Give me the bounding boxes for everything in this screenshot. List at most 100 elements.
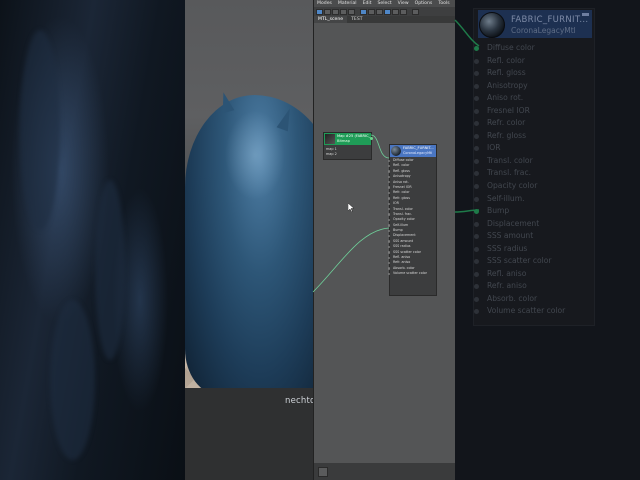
- menu-edit[interactable]: Edit: [360, 0, 375, 7]
- show-background-icon[interactable]: [368, 8, 375, 15]
- layout-icon[interactable]: [376, 8, 383, 15]
- zoomed-slot-label: Displacement: [487, 218, 540, 228]
- zoomed-slot-label: Transl. color: [487, 155, 533, 165]
- pan-tool-icon[interactable]: [318, 467, 328, 477]
- zoomed-slot-label: Refl. aniso: [487, 268, 527, 278]
- background-fabric-photo: [0, 0, 185, 480]
- zoomed-slot-label: Opacity color: [487, 181, 538, 191]
- zoomed-slot-label: Absorb. color: [487, 293, 538, 303]
- layout-children-icon[interactable]: [384, 8, 391, 15]
- editor-menubar: Modes Material Edit Select View Options …: [314, 0, 456, 7]
- menu-tools[interactable]: Tools: [435, 0, 452, 7]
- bitmap-node[interactable]: Map #25 (FABRIC_ Bitmap map 1 map 2: [323, 132, 373, 160]
- fabric-fold: [95, 180, 125, 360]
- zoomed-slot: Displacement: [474, 218, 590, 231]
- menu-options[interactable]: Options: [412, 0, 436, 7]
- editor-toolbar: [314, 7, 456, 16]
- delete-icon[interactable]: [340, 8, 347, 15]
- zoomed-node-title: FABRIC_FURNIT...: [511, 15, 589, 25]
- parameter-editor-icon[interactable]: [400, 8, 407, 15]
- material-node[interactable]: FABRIC_FURNIT... CoronaLegacyMtl Diffuse…: [388, 144, 437, 296]
- fabric-fold: [50, 300, 95, 460]
- zoomed-slot: Refl. gloss: [474, 67, 590, 80]
- zoomed-slot-label: Anisotropy: [487, 80, 528, 90]
- zoomed-slot: SSS radius: [474, 243, 590, 256]
- zoomed-slot-socket: [474, 296, 479, 302]
- zoomed-material-sphere: [479, 12, 505, 38]
- zoomed-slot: Refr. color: [474, 117, 590, 130]
- zoomed-slot: Volume scatter color: [474, 305, 590, 318]
- show-map-icon[interactable]: [360, 8, 367, 15]
- menu-modes[interactable]: Modes: [314, 0, 335, 7]
- material-slot-list: Diffuse color Refl. color Refl. gloss An…: [388, 158, 436, 277]
- zoomed-slot: Transl. frac.: [474, 167, 590, 180]
- node-canvas[interactable]: Map #25 (FABRIC_ Bitmap map 1 map 2 FABR…: [314, 23, 456, 463]
- zoomed-slot-list: Diffuse color Refl. color Refl. gloss Aniso…: [474, 42, 590, 318]
- view-tabs: MTL_scene TEST: [314, 16, 456, 23]
- tab-test[interactable]: TEST: [347, 16, 366, 23]
- cloth-highlight: [225, 110, 285, 200]
- zoomed-slot: Fresnel IOR: [474, 105, 590, 118]
- bitmap-slot[interactable]: map 1: [326, 147, 337, 151]
- material-node-title: FABRIC_FURNIT...: [403, 146, 434, 150]
- navigator-icon[interactable]: [412, 8, 419, 15]
- zoomed-slot: Refl. aniso: [474, 268, 590, 281]
- zoomed-slot: Self-illum.: [474, 193, 590, 206]
- pick-material-icon[interactable]: [324, 8, 331, 15]
- zoomed-slot-socket: [474, 108, 479, 114]
- select-tool-icon[interactable]: [316, 8, 323, 15]
- zoomed-slot-socket: [474, 271, 479, 277]
- menu-view[interactable]: View: [395, 0, 412, 7]
- zoomed-slot-label: Aniso rot.: [487, 93, 524, 103]
- render-viewport[interactable]: [185, 0, 313, 480]
- zoomed-slot: Refl. color: [474, 55, 590, 68]
- zoomed-slot-label: Self-illum.: [487, 193, 525, 203]
- zoomed-slot-label: Refr. gloss: [487, 130, 527, 140]
- bitmap-node-type: Bitmap: [337, 139, 350, 143]
- material-node-type: CoronaLegacyMtl: [403, 151, 433, 155]
- zoomed-slot: SSS scatter color: [474, 255, 590, 268]
- bitmap-slot[interactable]: map 2: [326, 152, 337, 156]
- zoomed-slot-label: Fresnel IOR: [487, 105, 530, 115]
- zoomed-slot-socket: [474, 246, 479, 252]
- bitmap-node-title: Map #25 (FABRIC_: [337, 134, 371, 138]
- zoomed-slot-label: Refl. color: [487, 55, 525, 65]
- assign-material-icon[interactable]: [332, 8, 339, 15]
- zoomed-slot: Opacity color: [474, 180, 590, 193]
- tab-mtl-scene[interactable]: MTL_scene: [314, 16, 348, 23]
- zoomed-slot-socket: [474, 158, 479, 164]
- zoomed-slot-label: Bump: [487, 206, 510, 216]
- slate-material-editor[interactable]: Modes Material Edit Select View Options …: [313, 0, 456, 480]
- zoomed-slot: Absorb. color: [474, 293, 590, 306]
- zoomed-slot-socket: [474, 133, 479, 139]
- slot-volume-scatter-color[interactable]: Volume scatter color: [388, 271, 436, 276]
- zoomed-slot-label: SSS radius: [487, 243, 528, 253]
- zoomed-slot-label: IOR: [487, 143, 501, 153]
- zoomed-slot-label: SSS scatter color: [487, 256, 552, 266]
- render-image: [185, 0, 313, 388]
- zoomed-slot: Anisotropy: [474, 80, 590, 93]
- zoomed-slot: Refr. aniso: [474, 280, 590, 293]
- editor-statusbar: [314, 463, 456, 480]
- menu-material[interactable]: Material: [335, 0, 360, 7]
- zoomed-slot: Aniso rot.: [474, 92, 590, 105]
- zoomed-slot-label: Volume scatter color: [487, 306, 566, 316]
- move-children-icon[interactable]: [348, 8, 355, 15]
- zoomed-slot-label: Refr. color: [487, 118, 526, 128]
- zoomed-slot: Bump: [474, 205, 590, 218]
- zoomed-slot-label: Refr. aniso: [487, 281, 527, 291]
- zoomed-slot-socket: [474, 58, 479, 64]
- fabric-fold: [20, 30, 60, 230]
- zoomed-node-type: CoronaLegacyMtl: [511, 26, 576, 35]
- zoomed-slot: IOR: [474, 142, 590, 155]
- zoomed-slot-label: Diffuse color: [487, 43, 535, 52]
- zoomed-slot: Transl. color: [474, 155, 590, 168]
- bitmap-output-socket[interactable]: [370, 137, 373, 140]
- zoomed-slot-socket: [474, 184, 479, 190]
- bitmap-thumbnail: [325, 134, 335, 144]
- zoomed-slot-socket: [474, 83, 479, 89]
- menu-select[interactable]: Select: [375, 0, 395, 7]
- material-map-browser-icon[interactable]: [392, 8, 399, 15]
- zoomed-slot-socket: [474, 221, 479, 227]
- zoomed-slot: Diffuse color: [474, 42, 590, 55]
